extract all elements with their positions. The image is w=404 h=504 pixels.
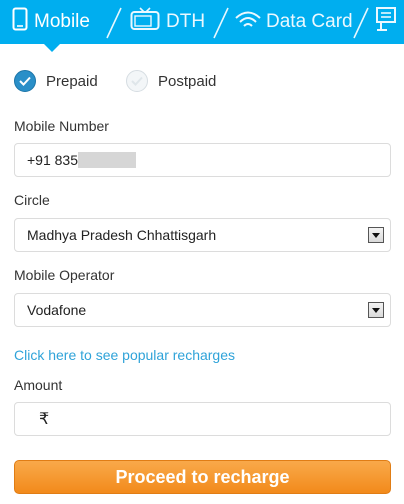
tab-separator [353, 7, 369, 39]
service-tab-bar: Mobile DTH Data Card [0, 0, 404, 44]
rupee-icon: ₹ [39, 411, 50, 428]
check-icon [126, 70, 148, 92]
prepaid-radio[interactable]: Prepaid [14, 70, 98, 92]
circle-selected-value: Madhya Pradesh Chhattisgarh [27, 227, 217, 243]
bill-icon [373, 6, 401, 38]
mobile-number-label: Mobile Number [14, 118, 109, 134]
redacted-number-mask [78, 152, 137, 168]
proceed-to-recharge-button[interactable]: Proceed to recharge [14, 460, 391, 494]
tab-dth-label: DTH [166, 11, 206, 32]
tab-dth[interactable]: DTH [130, 0, 205, 44]
amount-label: Amount [14, 377, 63, 393]
tab-separator [106, 7, 122, 39]
tab-data-card-label: Data Card [266, 11, 353, 32]
tab-mobile-label: Mobile [34, 11, 90, 32]
prepaid-label: Prepaid [46, 72, 98, 90]
tab-data-card[interactable]: Data Card [234, 0, 353, 44]
tab-separator [213, 7, 229, 39]
operator-selected-value: Vodafone [27, 302, 87, 318]
tv-icon [130, 7, 160, 37]
popular-recharges-link[interactable]: Click here to see popular recharges [14, 347, 235, 363]
mobile-number-input[interactable]: +91 83 5 [14, 143, 391, 177]
wifi-icon [234, 8, 262, 36]
active-tab-pointer [44, 44, 60, 52]
circle-select[interactable]: Madhya Pradesh Chhattisgarh [14, 218, 391, 252]
tab-mobile[interactable]: Mobile [12, 0, 90, 44]
tab-bill-payment[interactable] [373, 0, 401, 44]
mobile-phone-icon [12, 7, 28, 37]
operator-select[interactable]: Vodafone [14, 293, 391, 327]
operator-label: Mobile Operator [14, 267, 115, 283]
mobile-number-prefix: +91 83 [27, 152, 71, 168]
postpaid-radio[interactable]: Postpaid [126, 70, 216, 92]
postpaid-label: Postpaid [158, 72, 217, 90]
mobile-number-partial: 5 [70, 152, 79, 168]
check-icon [14, 70, 36, 92]
chevron-down-icon[interactable] [368, 302, 384, 318]
amount-input[interactable]: ₹ [14, 402, 391, 436]
circle-label: Circle [14, 192, 50, 208]
chevron-down-icon[interactable] [368, 227, 384, 243]
